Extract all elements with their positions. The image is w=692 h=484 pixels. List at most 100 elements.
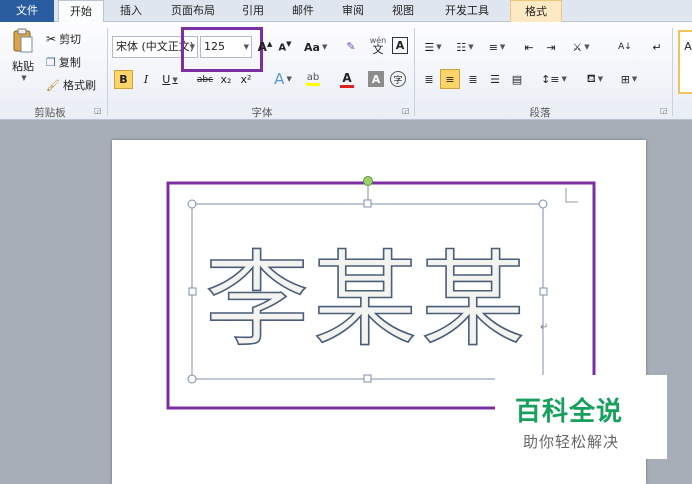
clear-format-button[interactable]: ✎ [342, 36, 360, 56]
ribbon-tab-bar: 文件 开始 插入 页面布局 引用 邮件 审阅 视图 开发工具 格式 [0, 0, 692, 23]
resize-handle-left[interactable] [188, 287, 197, 296]
tab-developer[interactable]: 开发工具 [434, 0, 500, 22]
highlighter-icon: ab [306, 72, 320, 83]
increase-indent-button[interactable]: ⇥ [542, 38, 560, 56]
bold-button[interactable]: B [114, 70, 133, 89]
wordart-text[interactable]: 李某某 [204, 238, 529, 362]
shading-button[interactable]: ⛾ ▼ [580, 70, 610, 88]
brush-icon: 🖌 [46, 78, 60, 92]
format-painter-label: 格式刷 [62, 79, 96, 92]
chevron-down-icon: ▼ [436, 43, 442, 51]
font-color-button[interactable]: A [334, 68, 360, 90]
sort-icon: A↓ [618, 42, 632, 52]
distribute-button[interactable]: ▤ [508, 70, 526, 88]
subscript-icon: x₂ [220, 73, 232, 86]
italic-button[interactable]: I [138, 70, 154, 89]
paragraph-launcher-icon[interactable]: ◲ [660, 106, 668, 115]
enclose-char-button[interactable]: 字 [390, 71, 406, 87]
tab-file[interactable]: 文件 [0, 0, 54, 22]
scissors-icon: ✂ [46, 32, 57, 46]
font-color-icon: A [342, 70, 352, 85]
resize-handle-top-left[interactable] [187, 199, 197, 209]
cut-button[interactable]: ✂ 剪切 [46, 30, 81, 48]
chevron-down-icon: ▼ [321, 43, 328, 51]
decrease-indent-button[interactable]: ⇤ [520, 38, 538, 56]
tab-review[interactable]: 审阅 [332, 0, 374, 22]
multilevel-list-button[interactable]: ≡ ▼ [484, 38, 510, 56]
text-effects-button[interactable]: A ▼ [270, 68, 296, 90]
borders-icon: ⊞ [620, 72, 630, 86]
change-case-button[interactable]: Aa ▼ [304, 38, 327, 56]
tab-page-layout[interactable]: 页面布局 [160, 0, 226, 22]
numbering-icon: ☷ [456, 40, 467, 54]
underline-icon: U [162, 73, 171, 86]
multilevel-list-icon: ≡ [488, 40, 498, 54]
distribute-icon: ▤ [511, 72, 523, 86]
clipboard-launcher-icon[interactable]: ◲ [94, 106, 102, 115]
chevron-down-icon: ▼ [597, 75, 604, 83]
show-marks-button[interactable]: ↵ [648, 38, 666, 56]
underline-button[interactable]: U ▼ [158, 70, 182, 89]
resize-handle-right[interactable] [539, 287, 548, 296]
justify-button[interactable]: ☰ [486, 70, 504, 88]
increase-indent-icon: ⇥ [546, 40, 556, 54]
resize-handle-top-right[interactable] [538, 199, 548, 209]
paragraph-mark-icon: ↵ [652, 40, 662, 54]
copy-icon: ❐ [46, 55, 56, 69]
tab-home[interactable]: 开始 [58, 0, 104, 23]
numbering-button[interactable]: ☷ ▼ [452, 38, 478, 56]
chinese-layout-icon: ⚔ [572, 40, 583, 54]
superscript-icon: x² [240, 73, 252, 86]
font-group-label: 字体 [251, 107, 273, 119]
tab-format[interactable]: 格式 [510, 0, 562, 22]
copy-label: 复制 [58, 56, 81, 69]
bullets-button[interactable]: ☰ ▼ [420, 38, 446, 56]
char-shading-button[interactable]: A [368, 71, 384, 87]
align-center-icon: ≡ [445, 72, 455, 86]
phonetic-guide-button[interactable]: wén 文 [368, 34, 388, 56]
tab-insert[interactable]: 插入 [110, 0, 152, 22]
align-center-button[interactable]: ≡ [440, 69, 460, 89]
shrink-font-button[interactable]: A▼ [276, 38, 294, 56]
tab-view[interactable]: 视图 [382, 0, 424, 22]
bold-icon: B [119, 73, 128, 86]
decrease-indent-icon: ⇤ [524, 40, 534, 54]
strikethrough-button[interactable]: abc [194, 70, 216, 89]
char-shading-icon: A [371, 72, 381, 86]
resize-handle-bottom[interactable] [363, 374, 372, 383]
font-size-highlight-box [181, 27, 263, 72]
char-border-button[interactable]: A [392, 37, 408, 54]
line-spacing-button[interactable]: ↕≡ ▼ [540, 70, 568, 88]
align-right-icon: ≣ [468, 72, 478, 86]
enclose-char-icon: 字 [393, 75, 403, 86]
font-launcher-icon[interactable]: ◲ [402, 106, 410, 115]
tab-references[interactable]: 引用 [232, 0, 274, 22]
paste-button[interactable]: 粘贴 ▼ [8, 26, 38, 84]
phonetic-icon: 文 [372, 43, 384, 56]
rotate-handle[interactable] [363, 176, 373, 186]
bullets-icon: ☰ [424, 40, 435, 54]
resize-handle-bottom-left[interactable] [187, 374, 197, 384]
borders-button[interactable]: ⊞ ▼ [614, 70, 644, 88]
style-gallery-item[interactable]: A [678, 30, 692, 94]
highlight-button[interactable]: ab [300, 68, 326, 90]
chevron-down-icon: ▼ [631, 75, 638, 83]
style-preview-label: A [684, 40, 692, 53]
superscript-button[interactable]: x² [238, 70, 254, 89]
align-left-button[interactable]: ≣ [420, 70, 438, 88]
format-painter-button[interactable]: 🖌 格式刷 [46, 76, 96, 94]
paragraph-mark-icon: ↵ [540, 322, 548, 333]
char-border-label: A [395, 39, 405, 52]
chinese-layout-button[interactable]: ⚔ ▼ [566, 38, 596, 56]
align-right-button[interactable]: ≣ [464, 70, 482, 88]
text-effects-icon: A [274, 70, 285, 88]
paste-label: 粘贴 [12, 60, 34, 73]
copy-button[interactable]: ❐ 复制 [46, 53, 81, 71]
resize-handle-top[interactable] [363, 199, 372, 208]
subscript-button[interactable]: x₂ [218, 70, 234, 89]
grow-font-button[interactable]: A▲ [256, 38, 274, 56]
tab-mailings[interactable]: 邮件 [282, 0, 324, 22]
chevron-down-icon: ▼ [499, 43, 506, 51]
group-separator [107, 28, 108, 116]
sort-button[interactable]: A↓ [614, 38, 636, 56]
